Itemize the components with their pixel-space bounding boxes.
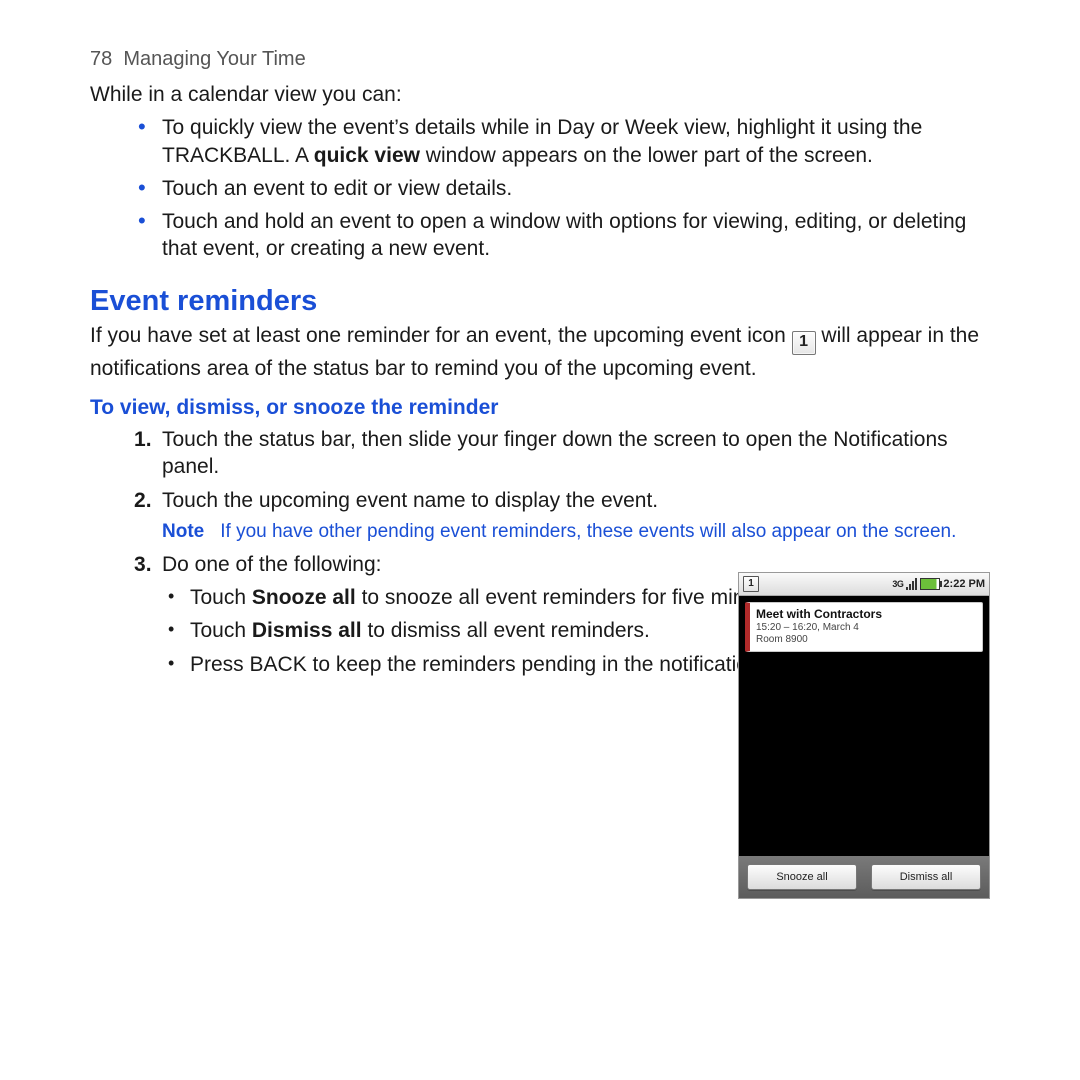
list-item-text-post: to dismiss all event reminders. (362, 619, 650, 642)
note: Note If you have other pending event rem… (162, 520, 990, 545)
page-header: 78 Managing Your Time (90, 48, 990, 71)
step-item: Touch the upcoming event name to display… (162, 487, 990, 545)
signal-icon (906, 578, 917, 590)
para-pre: If you have set at least one reminder fo… (90, 324, 792, 347)
statusbar-time: 2:22 PM (943, 578, 985, 590)
list-item-text-post: to snooze all event reminders for five m… (356, 586, 790, 609)
notification-card[interactable]: Meet with Contractors 15:20 – 16:20, Mar… (745, 602, 983, 652)
list-item-text: Touch an event to edit or view details. (162, 177, 512, 200)
list-item-text-pre: Touch (190, 619, 252, 642)
list-item: To quickly view the event’s details whil… (162, 114, 990, 169)
upcoming-event-icon: 1 (792, 331, 816, 355)
step-text: Touch the upcoming event name to display… (162, 489, 658, 512)
notification-time: 15:20 – 16:20, March 4 (756, 622, 976, 633)
list-item-text-post: window appears on the lower part of the … (420, 144, 873, 167)
threeg-icon: 3G (892, 579, 903, 589)
notification-title: Meet with Contractors (756, 607, 976, 621)
dismiss-all-button[interactable]: Dismiss all (871, 864, 981, 890)
list-item-text-pre: Touch (190, 586, 252, 609)
list-item: Touch and hold an event to open a window… (162, 208, 990, 263)
step-item: Touch the status bar, then slide your fi… (162, 426, 990, 481)
note-label: Note (162, 520, 204, 545)
statusbar-event-icon: 1 (743, 576, 759, 592)
step-text: Touch the status bar, then slide your fi… (162, 428, 948, 478)
snooze-all-button[interactable]: Snooze all (747, 864, 857, 890)
note-text: If you have other pending event reminder… (220, 520, 990, 545)
button-bar: Snooze all Dismiss all (739, 856, 989, 898)
phone-statusbar: 1 3G 2:22 PM (739, 573, 989, 596)
notifications-area: Meet with Contractors 15:20 – 16:20, Mar… (739, 596, 989, 856)
subsection-title: To view, dismiss, or snooze the reminder (90, 396, 990, 420)
step-text: Do one of the following: (162, 553, 381, 576)
calendar-actions-list: To quickly view the event’s details whil… (90, 114, 990, 262)
notification-room: Room 8900 (756, 634, 976, 645)
list-item-bold: Dismiss all (252, 619, 362, 642)
intro-text: While in a calendar view you can: (90, 81, 990, 108)
section-title: Event reminders (90, 285, 990, 318)
page-number: 78 (90, 48, 112, 70)
chapter-title: Managing Your Time (123, 48, 305, 70)
list-item-bold: quick view (314, 144, 420, 167)
battery-icon (920, 578, 940, 590)
list-item-bold: Snooze all (252, 586, 356, 609)
phone-screenshot: 1 3G 2:22 PM Meet with Contractors 15:20… (738, 572, 990, 899)
section-paragraph: If you have set at least one reminder fo… (90, 322, 990, 382)
list-item-text: Touch and hold an event to open a window… (162, 210, 966, 260)
list-item: Touch an event to edit or view details. (162, 175, 990, 202)
